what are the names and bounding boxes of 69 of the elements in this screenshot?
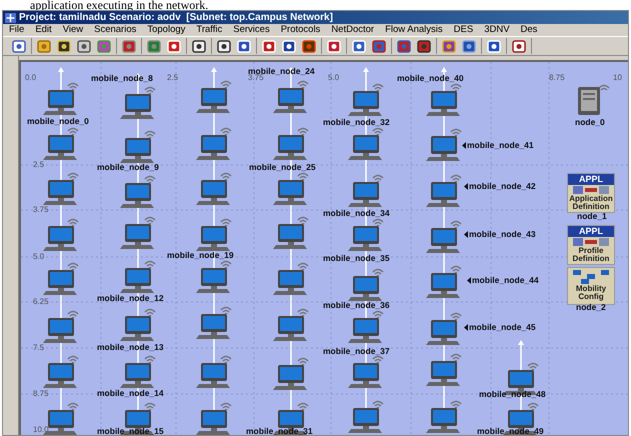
pointer-icon	[464, 324, 468, 330]
node-label: mobile_node_35	[323, 253, 390, 263]
node-caption: Profile Definition	[572, 247, 610, 264]
node-label: mobile_node_14	[97, 388, 164, 398]
node-label: mobile_node_25	[249, 162, 316, 172]
node-label: mobile_node_0	[27, 116, 89, 126]
server-icon[interactable]	[575, 82, 611, 116]
node-label: mobile_node_9	[97, 162, 159, 172]
menu-item[interactable]: 3DNV	[484, 25, 510, 35]
axis-tick: 3.75	[248, 74, 264, 82]
menu-item[interactable]: Services	[233, 25, 270, 35]
menu-item[interactable]: Protocols	[280, 25, 320, 35]
node-label: mobile_node_48	[479, 389, 546, 399]
axis-tick: 8.75	[549, 74, 565, 82]
node-label: mobile_node_42	[469, 181, 536, 191]
axis-tick: 7.5	[33, 344, 44, 352]
pointer-icon	[462, 142, 466, 148]
menu-item[interactable]: Scenarios	[94, 25, 136, 35]
node-label: mobile_node_41	[467, 140, 534, 150]
node-caption: Mobility Config	[574, 285, 608, 301]
axis-tick: 5.0	[33, 253, 44, 261]
node-label: mobile_node_40	[397, 73, 464, 83]
node-label: node_1	[577, 211, 607, 221]
menu-item[interactable]: View	[62, 25, 84, 35]
pointer-icon	[464, 182, 468, 190]
menu-item[interactable]: Edit	[35, 25, 52, 35]
axis-tick: 6.25	[33, 298, 49, 306]
window-title: Project: tamilnadu Scenario: aodv [Subnet: top.Campus Network]	[19, 12, 333, 22]
menu-item[interactable]: Flow Analysis	[385, 25, 443, 35]
axis-tick: 10	[613, 74, 622, 82]
laptops-icon	[571, 268, 611, 285]
square-icon	[122, 40, 136, 52]
node-label: mobile_node_12	[97, 293, 164, 303]
node-label: node_2	[576, 302, 606, 312]
menu-item[interactable]: Topology	[147, 25, 186, 35]
node-label: mobile_node_13	[97, 342, 164, 352]
menu-item[interactable]: DES	[454, 25, 474, 35]
node-badge: APPL	[568, 226, 614, 237]
axis-tick: 2.5	[33, 161, 44, 169]
pointer-icon	[464, 230, 468, 238]
node-caption: Application Definition	[568, 195, 614, 212]
axis-tick: 0.0	[25, 74, 36, 82]
pointer-icon	[467, 276, 471, 284]
node-label: mobile_node_8	[91, 73, 153, 83]
node-label: mobile_node_44	[472, 275, 539, 285]
menu-item[interactable]: NetDoctor	[331, 25, 374, 35]
node-badge: APPL	[568, 174, 614, 185]
node-label: mobile_node_43	[469, 229, 536, 239]
node-label: mobile_node_24	[248, 66, 315, 76]
menu-item[interactable]: File	[9, 25, 24, 35]
document-caption: application executing in the network.	[30, 0, 208, 10]
node-label: mobile_node_34	[323, 208, 390, 218]
square-icon	[147, 40, 161, 52]
config-node[interactable]: APPL Application Definition	[567, 173, 615, 213]
menu-item[interactable]: Traffic	[196, 25, 222, 35]
axis-tick: 8.75	[33, 390, 49, 398]
mobility-config-node[interactable]: Mobility Config	[567, 267, 615, 305]
axis-tick: 5.0	[328, 74, 340, 82]
menu-item[interactable]: Des	[520, 25, 538, 35]
node-label: mobile_node_36	[323, 300, 390, 310]
node-label: mobile_node_45	[469, 322, 536, 332]
node-label: mobile_node_19	[167, 250, 234, 260]
config-node[interactable]: APPL Profile Definition	[567, 225, 615, 265]
axis-tick: 3.75	[33, 206, 49, 214]
axis-tick: 2.5	[167, 74, 178, 82]
node-label: mobile_node_32	[323, 117, 390, 127]
app-icon	[5, 12, 16, 22]
node-label: mobile_node_37	[323, 346, 390, 356]
node-label: node_0	[575, 117, 605, 127]
